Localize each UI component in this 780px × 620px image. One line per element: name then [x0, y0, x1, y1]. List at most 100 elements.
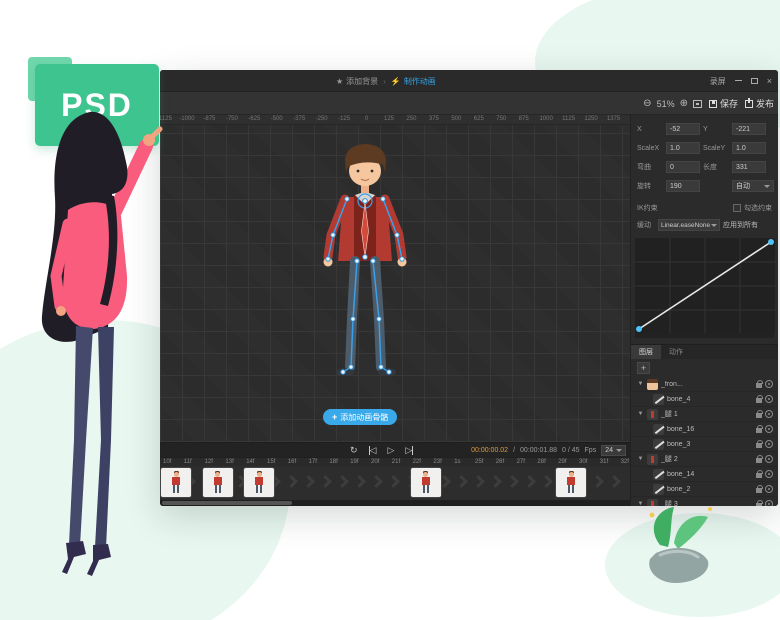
property-label: 长度 — [703, 162, 729, 172]
lock-icon[interactable] — [756, 473, 762, 478]
property-input[interactable]: -52 — [666, 123, 700, 135]
sparkle-icon — [708, 507, 712, 511]
keyframe-strip[interactable] — [160, 466, 630, 500]
ik-constraint-toggle[interactable]: 勾选约束 — [733, 203, 772, 213]
breadcrumb-label: 制作动画 — [404, 76, 436, 87]
auto-select[interactable]: 自动 — [732, 180, 774, 192]
property-input[interactable]: 0 — [666, 161, 700, 173]
add-layer-button[interactable]: + — [637, 362, 650, 374]
frame-label: 12f — [205, 459, 213, 465]
fps-select[interactable]: 24 — [601, 445, 626, 456]
fit-view-icon[interactable] — [693, 100, 702, 108]
eye-icon[interactable] — [765, 500, 773, 506]
property-row: 弯曲0长度331 — [637, 161, 772, 173]
bone-row[interactable]: bone_3 — [631, 437, 778, 452]
fps-value: 24 — [605, 447, 613, 454]
bone-row[interactable]: bone_14 — [631, 467, 778, 482]
bone-row[interactable]: bone_4 — [631, 392, 778, 407]
lock-icon[interactable] — [756, 503, 762, 507]
lock-icon[interactable] — [756, 413, 762, 418]
layer-label: _腿 1 — [661, 409, 753, 419]
tab-layers[interactable]: 图层 — [631, 345, 661, 359]
lock-icon[interactable] — [756, 488, 762, 493]
property-row: ScaleX1.0ScaleY1.0 — [637, 142, 772, 154]
eye-icon[interactable] — [765, 395, 773, 403]
layer-thumbnail — [647, 454, 658, 465]
save-button[interactable]: 保存 — [709, 97, 738, 110]
property-input[interactable]: 331 — [732, 161, 766, 173]
prev-frame-button[interactable]: ◁ — [369, 446, 377, 455]
property-input[interactable]: -221 — [732, 123, 766, 135]
character-rig[interactable] — [295, 139, 435, 404]
keyframe-thumbnail[interactable] — [203, 468, 233, 497]
eye-icon[interactable] — [765, 380, 773, 388]
zoom-out-icon[interactable]: ⊖ — [643, 98, 651, 109]
keyframe-thumbnail[interactable] — [411, 468, 441, 497]
property-input[interactable]: 1.0 — [666, 142, 700, 154]
checkbox-icon[interactable] — [733, 204, 741, 212]
keyframe-thumbnail[interactable] — [244, 468, 274, 497]
bone-row[interactable]: bone_2 — [631, 482, 778, 497]
chevron-right-icon — [489, 475, 502, 488]
minimize-icon[interactable] — [735, 80, 742, 81]
animation-canvas[interactable]: + 添加动画骨骼 — [160, 125, 630, 442]
select-value: 自动 — [736, 181, 750, 191]
breadcrumb-add-background[interactable]: ★ 添加背景 — [336, 76, 378, 87]
close-icon[interactable]: × — [767, 77, 772, 86]
woman-illustration — [8, 98, 178, 610]
eye-icon[interactable] — [765, 485, 773, 493]
canvas-column: -1125-1000-875-750-625-500-375-250-12501… — [160, 115, 630, 506]
maximize-icon[interactable] — [751, 78, 758, 84]
curve-handle-end[interactable] — [768, 239, 774, 245]
easing-select[interactable]: Linear.easeNone — [658, 219, 720, 231]
lock-icon[interactable] — [756, 383, 762, 388]
keyframe-figure — [420, 472, 432, 494]
eye-icon[interactable] — [765, 455, 773, 463]
caret-down-icon[interactable]: ▼ — [637, 456, 644, 462]
lock-icon[interactable] — [756, 398, 762, 403]
eye-icon[interactable] — [765, 410, 773, 418]
eye-icon[interactable] — [765, 470, 773, 478]
caret-down-icon[interactable]: ▼ — [637, 411, 644, 417]
curve-handle-start[interactable] — [636, 326, 642, 332]
star-icon: ★ — [336, 77, 343, 86]
lock-icon[interactable] — [756, 458, 762, 463]
chevron-right-icon — [302, 475, 315, 488]
scrollbar-thumb[interactable] — [162, 501, 292, 505]
eye-icon[interactable] — [765, 440, 773, 448]
frame-label: 1s — [454, 459, 460, 465]
play-button[interactable]: ▷ — [387, 446, 394, 455]
eye-icon[interactable] — [765, 425, 773, 433]
bone-row[interactable]: bone_16 — [631, 422, 778, 437]
keyframe-thumbnail[interactable] — [556, 468, 586, 497]
add-bones-button[interactable]: + 添加动画骨骼 — [323, 409, 397, 425]
save-label: 保存 — [720, 97, 738, 110]
loop-button[interactable]: ↻ — [350, 446, 358, 455]
time-separator: / — [513, 447, 515, 454]
timeline-scrollbar[interactable] — [160, 500, 630, 506]
layer-group-row[interactable]: ▼_fron... — [631, 377, 778, 392]
lightning-icon: ⚡ — [391, 77, 401, 86]
ruler-tick: -1000 — [179, 116, 194, 122]
next-frame-button[interactable]: ▷ — [405, 446, 413, 455]
layer-group-row[interactable]: ▼_腿 2 — [631, 452, 778, 467]
caret-down-icon[interactable]: ▼ — [637, 381, 644, 387]
property-input[interactable]: 190 — [666, 180, 700, 192]
scene: PSD + ★ 添加背景 › ⚡ 制作动画 录屏 × — [0, 0, 780, 620]
fps-label: Fps — [585, 447, 597, 454]
lock-icon[interactable] — [756, 428, 762, 433]
lock-icon[interactable] — [756, 443, 762, 448]
record-label[interactable]: 录屏 — [710, 76, 726, 87]
title-bar: ★ 添加背景 › ⚡ 制作动画 录屏 × — [160, 70, 778, 92]
curve-editor[interactable] — [635, 238, 774, 338]
apply-all-button[interactable]: 应用到所有 — [723, 220, 758, 230]
layer-group-row[interactable]: ▼ _腿 1 — [631, 407, 778, 422]
publish-button[interactable]: 发布 — [745, 97, 774, 110]
frame-ruler[interactable]: 10f11f12f13f14f15f16f17f18f19f20f21f22f2… — [160, 457, 630, 466]
breadcrumb-make-animation[interactable]: ⚡ 制作动画 — [391, 76, 436, 87]
frame-counter: 0 / 45 — [562, 447, 580, 454]
zoom-in-icon[interactable]: ⊕ — [680, 98, 688, 109]
tab-actions[interactable]: 动作 — [661, 345, 691, 359]
property-input[interactable]: 1.0 — [732, 142, 766, 154]
frame-label: 13f — [225, 459, 233, 465]
